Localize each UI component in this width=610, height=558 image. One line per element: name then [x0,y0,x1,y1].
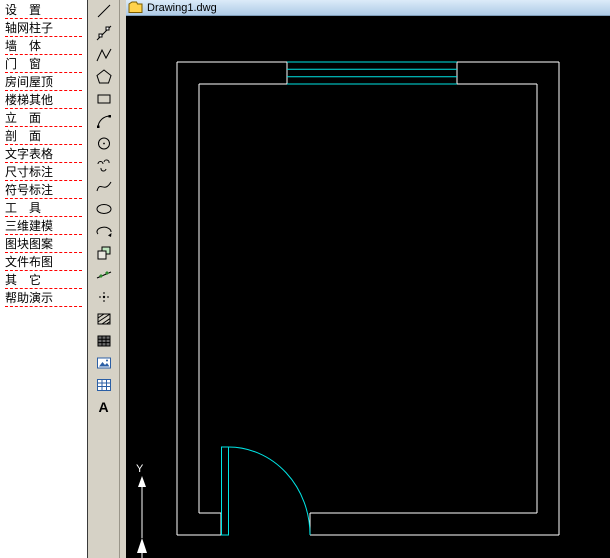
circle-button[interactable] [93,134,115,152]
polygon-button[interactable] [93,68,115,86]
divide-icon [95,266,113,284]
menu-item-file-layout[interactable]: 文件布图 [0,254,87,272]
menu-item-tools[interactable]: 工 具 [0,200,87,218]
menu-item-blocks-patterns[interactable]: 图块图案 [0,236,87,254]
screen-menu: 设 置 轴网柱子 墙 体 门 窗 房间屋顶 楼梯其他 立 面 剖 面 文字表格 … [0,0,88,558]
image-button[interactable] [93,354,115,372]
door[interactable] [222,447,311,535]
menu-item-section[interactable]: 剖 面 [0,128,87,146]
window[interactable] [287,62,457,84]
drawing-canvas[interactable]: Y [126,16,610,558]
menu-item-label: 房间屋顶 [5,74,82,91]
menu-item-label: 墙 体 [5,38,82,55]
canvas-left-strip [119,0,126,558]
solid-fill-button[interactable] [93,332,115,350]
arc-button[interactable] [93,112,115,130]
ellipse-button[interactable] [93,200,115,218]
xline-button[interactable] [93,24,115,42]
divide-button[interactable] [93,266,115,284]
spline-button[interactable] [93,178,115,196]
wall-lines[interactable] [177,62,559,535]
door-swing-arc[interactable] [229,447,311,535]
ellipse-icon [95,200,113,218]
hatch-icon [95,310,113,328]
menu-item-3d-modeling[interactable]: 三维建模 [0,218,87,236]
menu-item-stairs-others[interactable]: 楼梯其他 [0,92,87,110]
menu-item-label: 轴网柱子 [5,20,82,37]
ellipse-arc-icon [95,222,113,240]
menu-item-axis-grid-columns[interactable]: 轴网柱子 [0,20,87,38]
point-button[interactable] [93,288,115,306]
circle-icon [95,134,113,152]
table-button[interactable] [93,376,115,394]
menu-item-label: 尺寸标注 [5,164,82,181]
revcloud-button[interactable] [93,156,115,174]
menu-item-label: 工 具 [5,200,82,217]
polygon-icon [95,68,113,86]
revcloud-icon [95,156,113,174]
menu-item-label: 文字表格 [5,146,82,163]
text-button[interactable]: A [93,398,115,416]
menu-item-label: 帮助演示 [5,290,82,307]
menu-item-label: 三维建模 [5,218,82,235]
dwg-file-icon [128,1,143,14]
drawing-window: Drawing1.dwg Y [126,0,610,558]
table-icon [95,376,113,394]
xline-icon [95,24,113,42]
menu-item-label: 文件布图 [5,254,82,271]
menu-item-symbol-annotation[interactable]: 符号标注 [0,182,87,200]
menu-item-label: 楼梯其他 [5,92,82,109]
block-insert-icon [95,244,113,262]
solid-fill-icon [95,332,113,350]
menu-item-label: 图块图案 [5,236,82,253]
door-leaf[interactable] [222,447,229,535]
rectangle-button[interactable] [93,90,115,108]
line-icon [95,2,113,20]
menu-item-settings[interactable]: 设 置 [0,2,87,20]
polyline-icon [95,46,113,64]
menu-item-help-demo[interactable]: 帮助演示 [0,290,87,308]
line-button[interactable] [93,2,115,20]
spline-icon [95,178,113,196]
text-icon: A [98,399,108,415]
menu-item-label: 门 窗 [5,56,82,73]
menu-item-label: 立 面 [5,110,82,127]
menu-item-label: 设 置 [5,2,82,19]
ucs-y-label: Y [136,463,144,475]
menu-item-label: 其 它 [5,272,82,289]
ucs-icon: Y [136,463,147,558]
menu-item-dimensions[interactable]: 尺寸标注 [0,164,87,182]
drawing-title: Drawing1.dwg [147,2,217,14]
block-insert-button[interactable] [93,244,115,262]
menu-item-rooms-roofs[interactable]: 房间屋顶 [0,74,87,92]
menu-item-others[interactable]: 其 它 [0,272,87,290]
point-icon [95,288,113,306]
hatch-button[interactable] [93,310,115,328]
menu-item-walls[interactable]: 墙 体 [0,38,87,56]
menu-item-text-tables[interactable]: 文字表格 [0,146,87,164]
image-icon [95,354,113,372]
polyline-button[interactable] [93,46,115,64]
menu-item-elevation[interactable]: 立 面 [0,110,87,128]
arc-icon [95,112,113,130]
menu-item-doors-windows[interactable]: 门 窗 [0,56,87,74]
draw-toolbar: A [88,0,119,558]
ellipse-arc-button[interactable] [93,222,115,240]
rectangle-icon [95,90,113,108]
menu-item-label: 符号标注 [5,182,82,199]
menu-item-label: 剖 面 [5,128,82,145]
drawing-tab[interactable]: Drawing1.dwg [126,0,610,16]
